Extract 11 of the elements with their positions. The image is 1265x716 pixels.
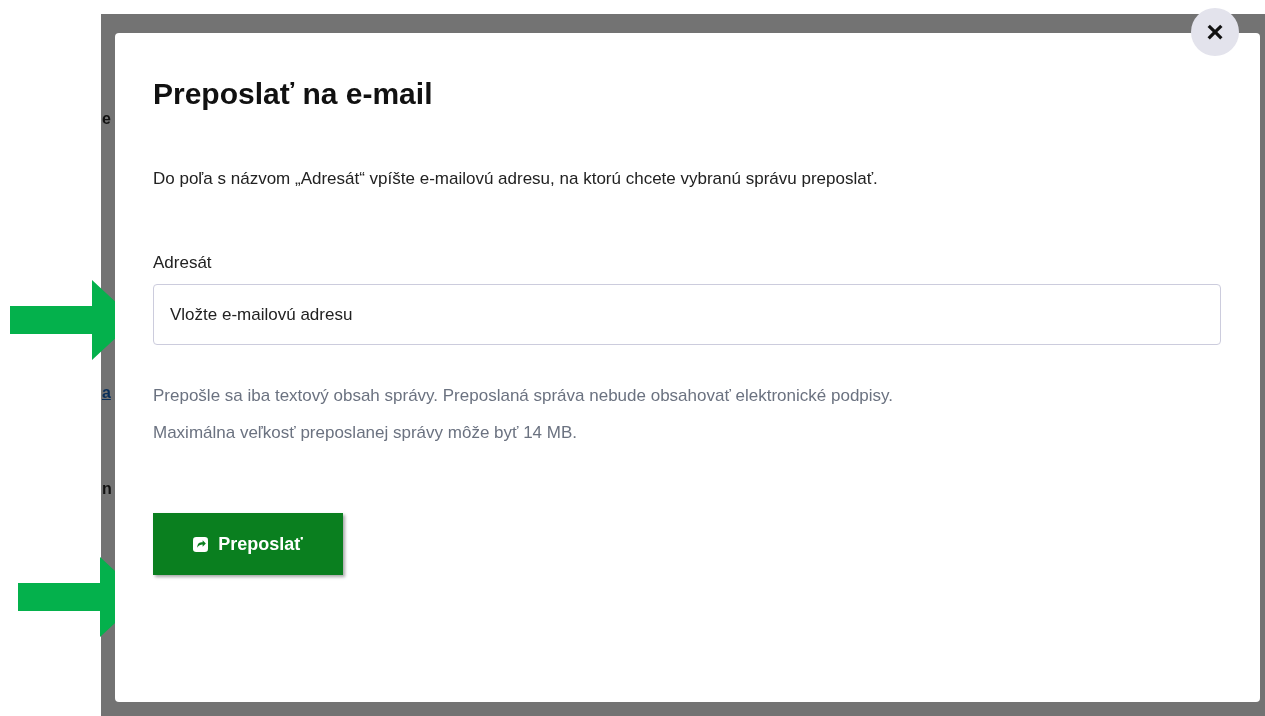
field-label: Adresát xyxy=(153,253,212,273)
dialog-title: Preposlať na e-mail xyxy=(153,77,433,111)
page-text: n xyxy=(102,480,112,498)
note-text: Prepošle sa iba textový obsah správy. Preposlaná správa nebude obsahovať elektronické podpisy. xyxy=(153,385,895,407)
note-text: Maximálna veľkosť preposlanej správy môže byť 14 MB. xyxy=(153,422,578,444)
email-input-field[interactable]: Vložte e-mailovú adresu xyxy=(153,284,1221,345)
link[interactable]: a xyxy=(102,384,111,402)
forward-button[interactable]: Preposlať xyxy=(153,513,343,575)
share-icon xyxy=(193,536,209,552)
description-text: Do poľa s názvom „Adresát“ vpíšte e-mailovú adresu, na ktorú chcete vybranú správu preposlať. xyxy=(153,169,878,189)
page-text: e xyxy=(102,110,111,128)
